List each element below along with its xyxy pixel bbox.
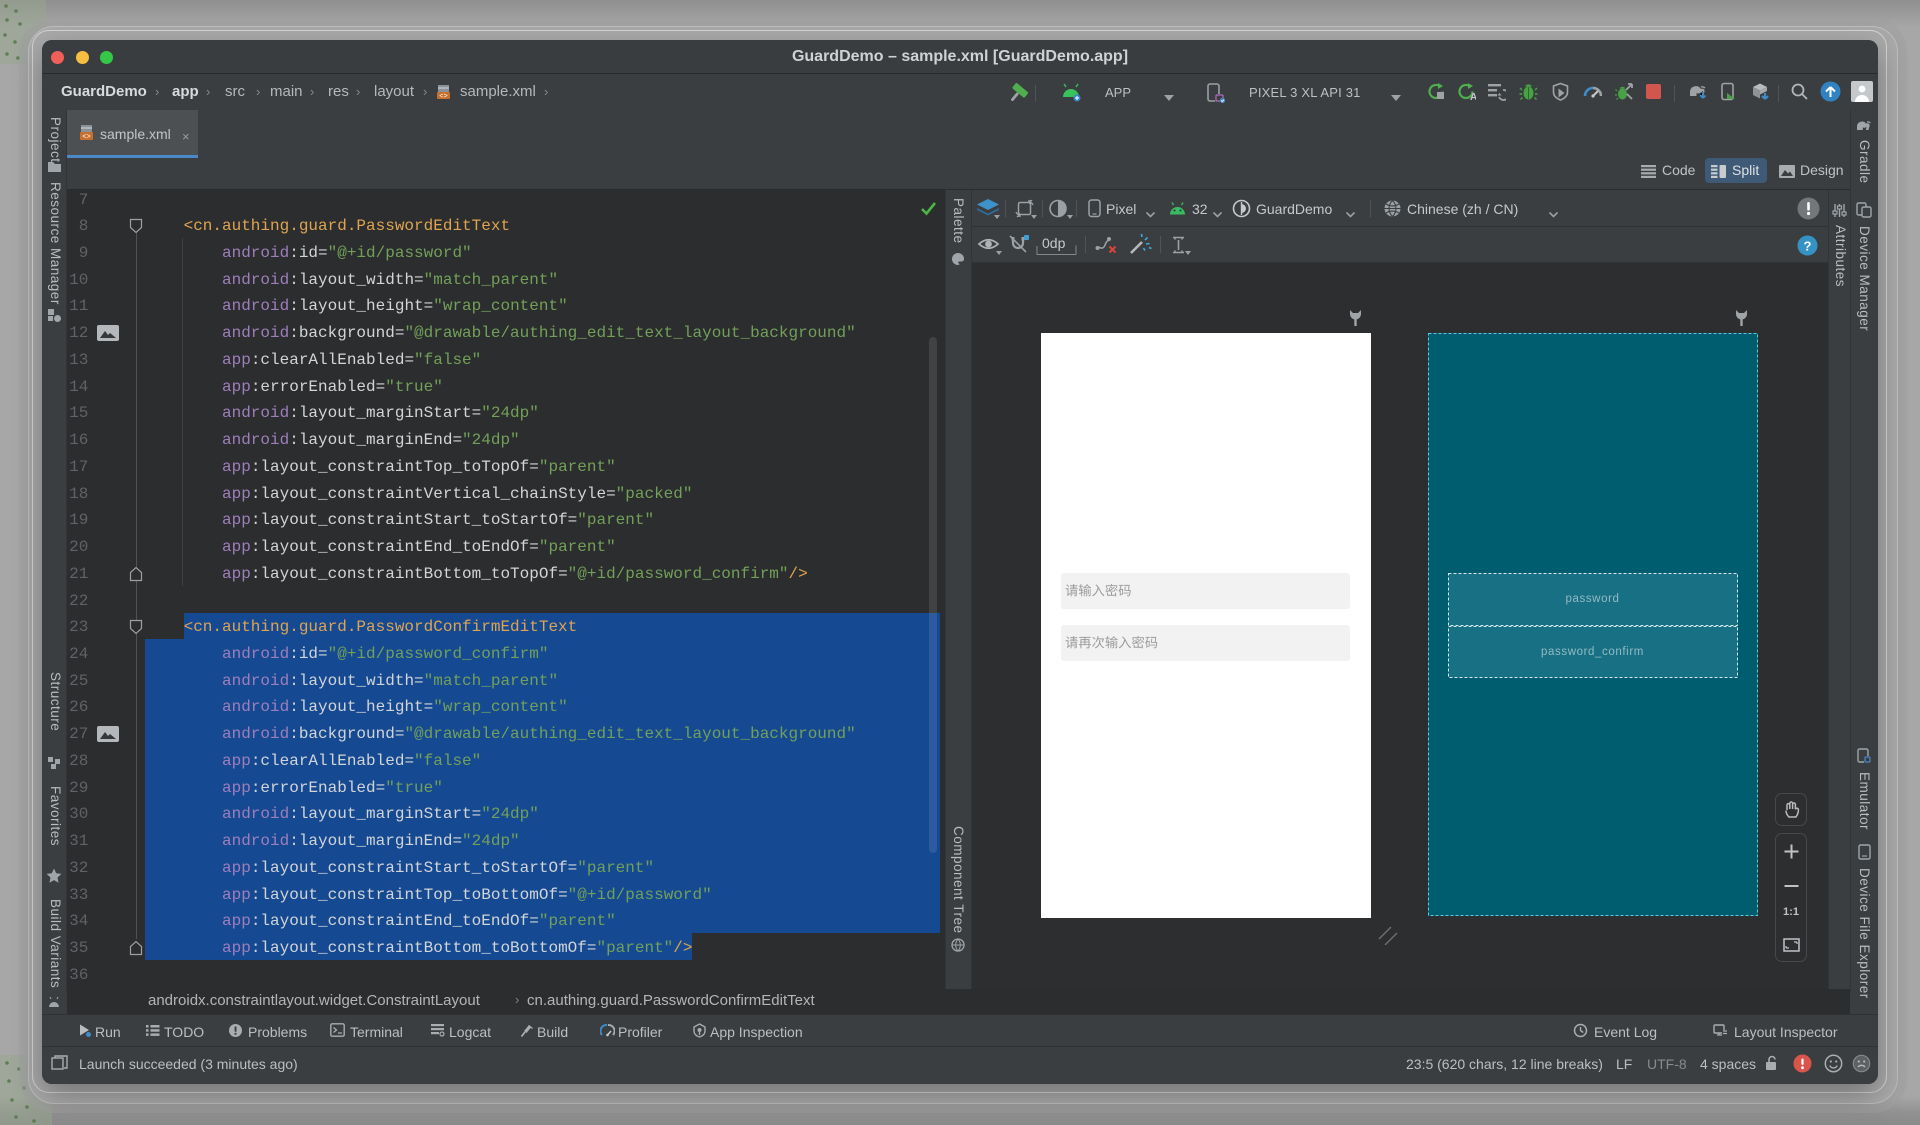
svg-text:A: A [1470,92,1476,101]
svg-text:?: ? [1804,239,1812,254]
svg-text:<>: <> [439,93,447,100]
svg-text:<>: <> [82,134,90,142]
